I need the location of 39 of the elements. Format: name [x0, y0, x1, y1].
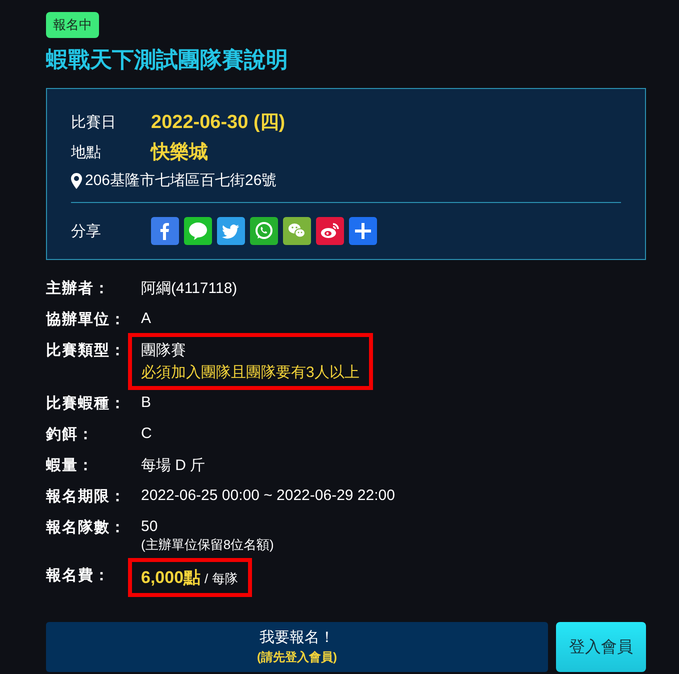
detail-value: 每場 D 斤 — [141, 456, 206, 475]
date-label: 比賽日 — [71, 112, 117, 132]
detail-note: (主辦單位保留8位名額) — [141, 536, 274, 554]
status-badge: 報名中 — [46, 12, 99, 38]
detail-value: B — [141, 394, 152, 411]
fee-amount: 6,000點 — [141, 567, 201, 589]
detail-label: 蝦量： — [46, 456, 95, 475]
facebook-share-button[interactable] — [151, 217, 179, 245]
fee-unit: / 每隊 — [204, 570, 238, 588]
address: 206基隆市七堵區百七街26號 — [85, 171, 277, 190]
detail-label: 比賽類型： — [46, 341, 127, 360]
detail-label: 主辦者： — [46, 279, 111, 298]
detail-label: 報名隊數： — [46, 518, 127, 537]
detail-label: 協辦單位： — [46, 310, 127, 329]
detail-label: 釣餌： — [46, 425, 95, 444]
detail-value: 阿綱(4117118) — [141, 279, 238, 298]
line-share-button[interactable] — [184, 217, 212, 245]
venue-name: 快樂城 — [151, 140, 208, 165]
page-title: 蝦戰天下測試團隊賽說明 — [46, 46, 289, 74]
share-label: 分享 — [71, 222, 102, 240]
detail-value: C — [141, 425, 152, 442]
venue-label: 地點 — [71, 142, 102, 162]
detail-label: 報名期限： — [46, 487, 127, 506]
twitter-share-button[interactable] — [217, 217, 245, 245]
detail-label: 報名費： — [46, 566, 111, 585]
whatsapp-share-button[interactable] — [250, 217, 278, 245]
detail-label: 比賽蝦種： — [46, 394, 127, 413]
register-button[interactable]: 我要報名！ (請先登入會員) — [46, 622, 548, 672]
weibo-share-button[interactable] — [316, 217, 344, 245]
match-date: 2022-06-30 (四) — [151, 111, 286, 135]
more-share-button[interactable] — [349, 217, 377, 245]
detail-value: 團隊賽 — [141, 341, 187, 360]
detail-note: 必須加入團隊且團隊要有3人以上 — [141, 363, 360, 382]
detail-value: 50 — [141, 518, 159, 535]
detail-value: A — [141, 310, 152, 327]
login-button[interactable]: 登入會員 — [556, 622, 646, 672]
wechat-share-button[interactable] — [283, 217, 311, 245]
map-pin-icon — [71, 172, 82, 188]
detail-value: 2022-06-25 00:00 ~ 2022-06-29 22:00 — [141, 487, 395, 504]
